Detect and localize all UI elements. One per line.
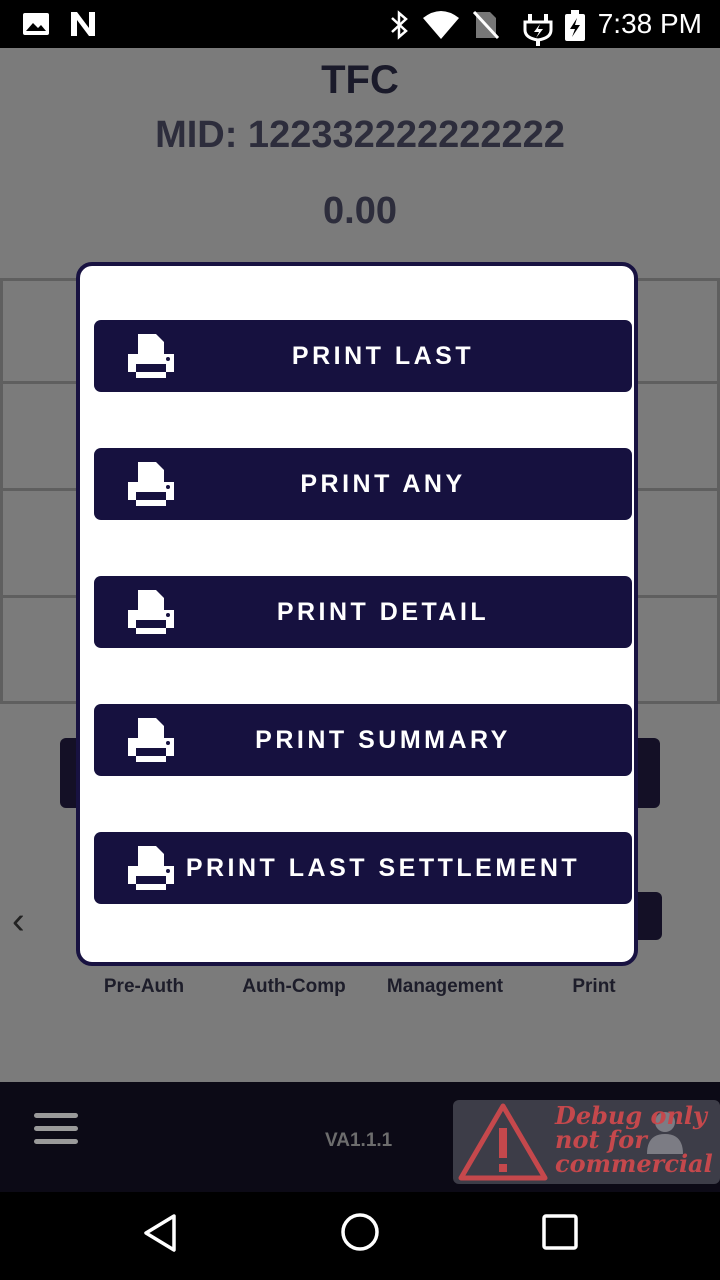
system-nav-bar <box>0 1192 720 1280</box>
function-label-management[interactable]: Management <box>380 976 510 998</box>
print-detail-label: PRINT DETAIL <box>276 598 490 626</box>
print-any-button[interactable]: PRINT ANY <box>94 448 632 520</box>
home-icon[interactable] <box>339 1211 381 1253</box>
merchant-title: TFC <box>321 58 399 102</box>
bluetooth-icon <box>391 10 408 40</box>
n-logo-icon <box>71 12 95 36</box>
status-bar: 7:38 PM <box>0 0 720 48</box>
hamburger-menu-icon[interactable] <box>34 1113 78 1147</box>
amount-display: 0.00 <box>323 190 397 232</box>
print-last-button[interactable]: PRINT LAST <box>94 320 632 392</box>
app-version: VA1.1.1 <box>325 1130 393 1151</box>
print-options-dialog: PRINT LAST PRINT ANY PRINT DETAIL PRINT … <box>76 262 638 966</box>
print-detail-button[interactable]: PRINT DETAIL <box>94 576 632 648</box>
print-last-settlement-button[interactable]: PRINT LAST SETTLEMENT <box>94 832 632 904</box>
print-summary-label: PRINT SUMMARY <box>255 726 511 754</box>
function-label-pre-auth[interactable]: Pre-Auth <box>94 976 194 998</box>
no-sim-icon <box>472 10 500 40</box>
grid-divider <box>0 278 3 704</box>
debug-line: commercial <box>555 1149 713 1178</box>
chevron-left-icon[interactable]: ‹ <box>12 900 25 943</box>
warning-icon <box>458 1103 548 1181</box>
debug-watermark: Debug only not for commercial <box>453 1100 720 1184</box>
battery-charging-icon <box>565 10 585 41</box>
function-label-auth-comp[interactable]: Auth-Comp <box>234 976 354 998</box>
back-icon[interactable] <box>140 1212 182 1254</box>
image-icon <box>23 13 49 35</box>
usb-charging-icon <box>523 14 553 46</box>
print-any-label: PRINT ANY <box>300 470 466 498</box>
print-summary-button[interactable]: PRINT SUMMARY <box>94 704 632 776</box>
status-time: 7:38 PM <box>597 8 702 39</box>
merchant-id: MID: 122332222222222 <box>155 114 565 156</box>
function-label-print[interactable]: Print <box>554 976 634 998</box>
print-last-label: PRINT LAST <box>291 342 475 370</box>
print-last-settlement-label: PRINT LAST SETTLEMENT <box>185 854 581 882</box>
recents-icon[interactable] <box>541 1213 579 1251</box>
wifi-icon <box>423 11 459 39</box>
